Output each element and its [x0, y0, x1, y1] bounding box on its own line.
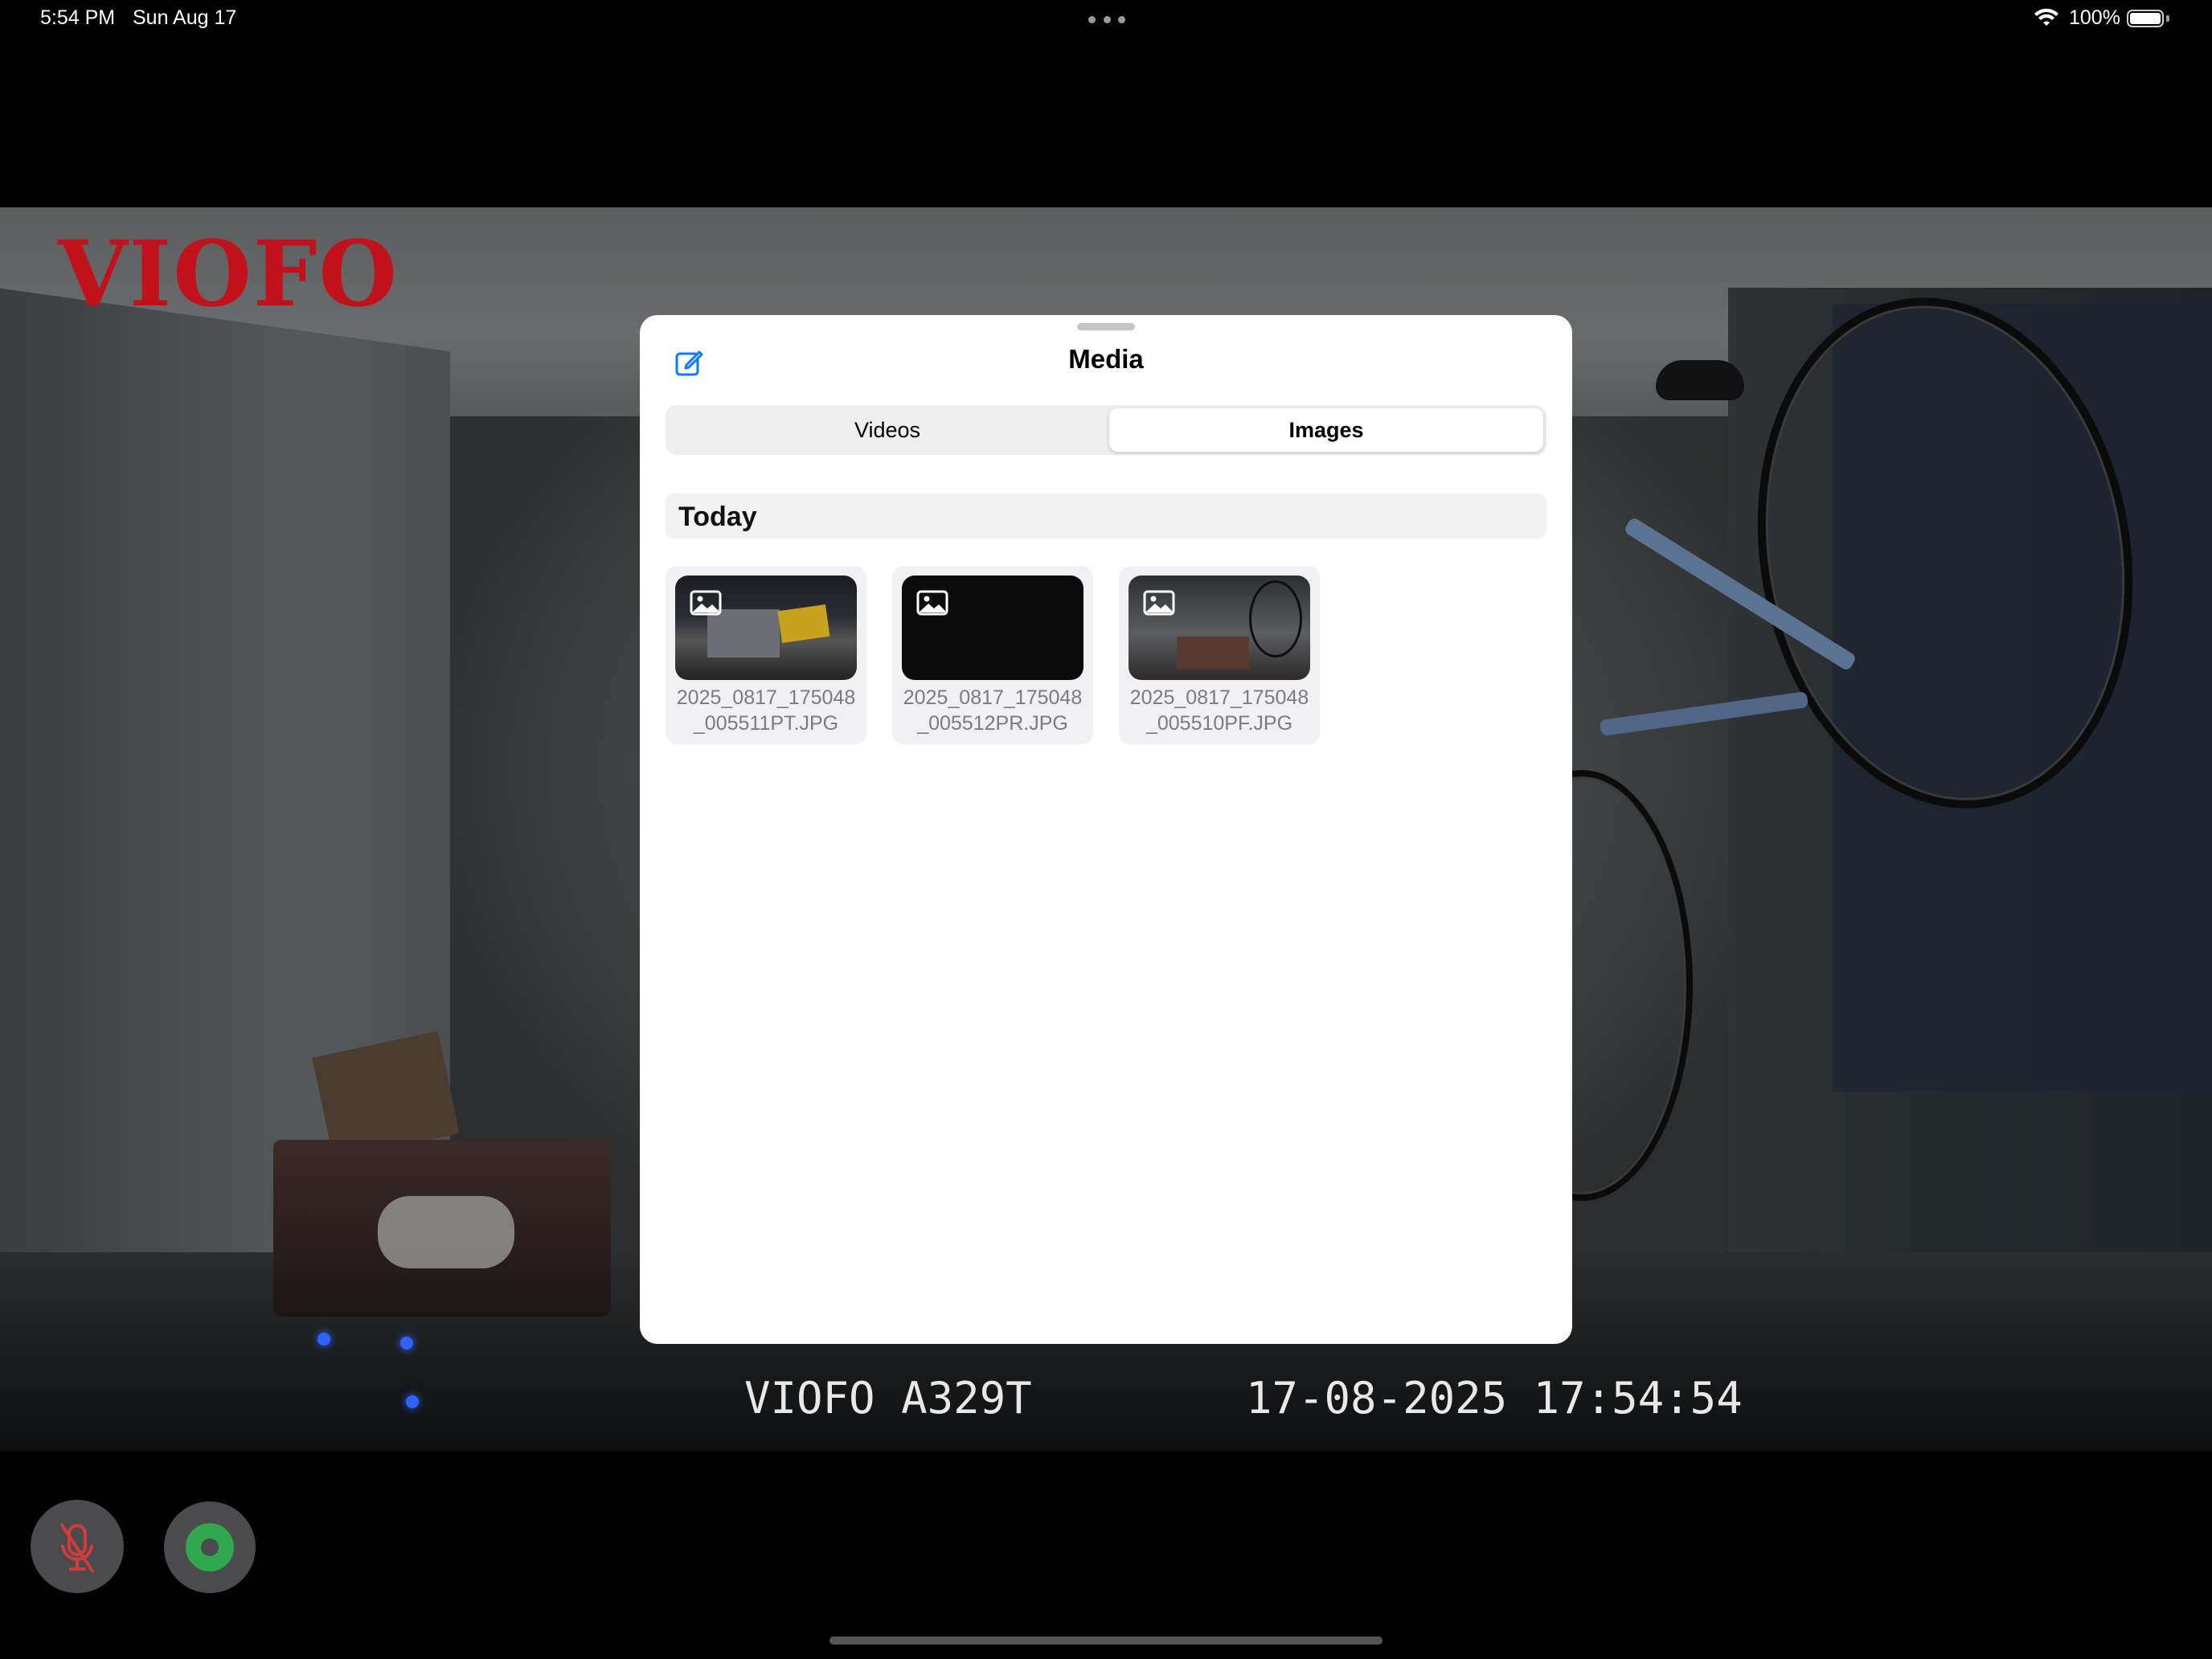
sheet-grabber[interactable] — [1077, 323, 1135, 330]
tab-videos[interactable]: Videos — [669, 408, 1106, 452]
image-icon — [916, 590, 948, 616]
home-indicator[interactable] — [830, 1636, 1382, 1645]
media-filename: 2025_0817_175048 _005510PF.JPG — [1129, 686, 1309, 735]
battery-icon — [2127, 10, 2164, 27]
media-filename: 2025_0817_175048 _005511PT.JPG — [676, 686, 856, 735]
section-title: Today — [678, 502, 757, 532]
image-icon — [690, 590, 722, 616]
media-sheet: Media Videos Images Today 2025_0817_1750… — [640, 315, 1572, 1344]
media-item[interactable]: 2025_0817_175048 _005510PF.JPG — [1119, 566, 1320, 744]
multitasking-dots-icon[interactable] — [1088, 16, 1125, 24]
media-thumbnail — [675, 576, 857, 680]
brand-logo: VIOFO — [58, 222, 399, 327]
battery-percent: 100% — [2069, 6, 2120, 29]
status-date: Sun Aug 17 — [133, 6, 237, 29]
media-type-segmented-control: Videos Images — [666, 405, 1546, 455]
image-icon — [1143, 590, 1175, 616]
mic-muted-icon — [59, 1522, 95, 1574]
section-header: Today — [666, 494, 1546, 539]
mute-mic-button[interactable] — [31, 1500, 124, 1593]
record-button[interactable] — [164, 1501, 256, 1593]
media-item[interactable]: 2025_0817_175048 _005512PR.JPG — [892, 566, 1093, 744]
media-filename: 2025_0817_175048 _005512PR.JPG — [903, 686, 1083, 735]
feed-led — [406, 1395, 419, 1408]
sheet-title: Media — [1068, 344, 1144, 374]
battery-cap — [2166, 15, 2169, 22]
status-time: 5:54 PM — [40, 6, 116, 29]
feed-led — [317, 1333, 330, 1346]
media-thumbnail — [902, 576, 1083, 680]
record-icon — [186, 1523, 234, 1571]
media-thumbnail — [1129, 576, 1310, 680]
feed-cloth — [378, 1196, 514, 1268]
model-overlay: VIOFO A329T — [744, 1373, 1032, 1423]
timestamp-overlay: 17-08-2025 17:54:54 — [1246, 1373, 1743, 1423]
bike-seat — [1656, 360, 1744, 400]
tab-images[interactable]: Images — [1109, 408, 1543, 452]
status-bar: 5:54 PM Sun Aug 17 100% — [0, 0, 2212, 40]
feed-led — [400, 1337, 413, 1350]
wifi-icon — [2034, 8, 2058, 26]
media-item[interactable]: 2025_0817_175048 _005511PT.JPG — [666, 566, 866, 744]
